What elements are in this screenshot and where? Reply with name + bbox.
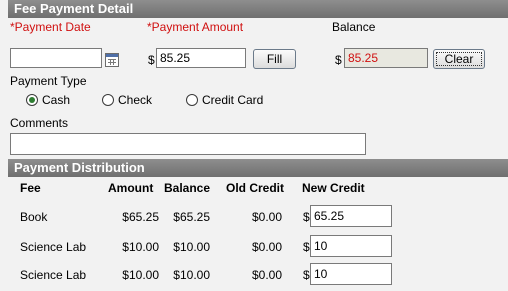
- balance-currency: $: [335, 53, 342, 67]
- column-header-old-credit: Old Credit: [226, 181, 285, 195]
- comments-label: Comments: [10, 116, 69, 130]
- payment-type-cash-radio[interactable]: [26, 94, 38, 106]
- fee-payment-header: Fee Payment Detail: [8, 0, 508, 18]
- row-new-credit-input[interactable]: [310, 263, 392, 285]
- calendar-icon[interactable]: [105, 53, 119, 67]
- column-header-fee: Fee: [20, 181, 41, 195]
- row-currency: $: [303, 240, 310, 254]
- row-old-credit: $0.00: [251, 268, 282, 282]
- row-balance: $10.00: [173, 268, 210, 282]
- row-fee: Science Lab: [20, 268, 87, 282]
- column-header-new-credit: New Credit: [302, 181, 365, 195]
- row-old-credit: $0.00: [251, 210, 282, 224]
- column-header-balance: Balance: [164, 181, 211, 195]
- row-fee: Science Lab: [20, 240, 87, 254]
- payment-type-check-radio[interactable]: [102, 94, 114, 106]
- row-amount: $10.00: [122, 240, 159, 254]
- payment-amount-label: *Payment Amount: [147, 20, 244, 34]
- payment-amount-currency: $: [148, 53, 155, 67]
- fee-payment-title: Fee Payment Detail: [14, 1, 134, 16]
- row-amount: $10.00: [122, 268, 159, 282]
- row-balance: $65.25: [173, 210, 210, 224]
- column-header-amount: Amount: [108, 181, 154, 195]
- comments-input[interactable]: [10, 133, 366, 155]
- balance-field: [344, 48, 428, 68]
- row-amount: $65.25: [122, 210, 159, 224]
- balance-label: Balance: [332, 20, 376, 34]
- row-new-credit-input[interactable]: [310, 235, 392, 257]
- row-new-credit-input[interactable]: [310, 205, 392, 227]
- row-fee: Book: [20, 210, 48, 224]
- payment-distribution-title: Payment Distribution: [14, 160, 145, 175]
- fill-button[interactable]: Fill: [253, 49, 296, 69]
- row-currency: $: [303, 268, 310, 282]
- payment-date-input[interactable]: [10, 48, 102, 68]
- row-balance: $10.00: [173, 240, 210, 254]
- payment-distribution-header: Payment Distribution: [8, 159, 508, 177]
- row-currency: $: [303, 210, 310, 224]
- payment-amount-input[interactable]: [156, 48, 246, 68]
- fee-payment-panel: Fee Payment Detail *Payment Date *Paymen…: [8, 0, 508, 291]
- payment-type-cash-label: Cash: [42, 93, 71, 107]
- payment-type-credit-card-radio[interactable]: [186, 94, 198, 106]
- payment-type-label: Payment Type: [10, 74, 87, 88]
- payment-date-label: *Payment Date: [10, 20, 91, 34]
- clear-button[interactable]: Clear: [433, 49, 485, 69]
- payment-type-credit-card-label: Credit Card: [202, 93, 264, 107]
- row-old-credit: $0.00: [251, 240, 282, 254]
- payment-type-check-label: Check: [118, 93, 153, 107]
